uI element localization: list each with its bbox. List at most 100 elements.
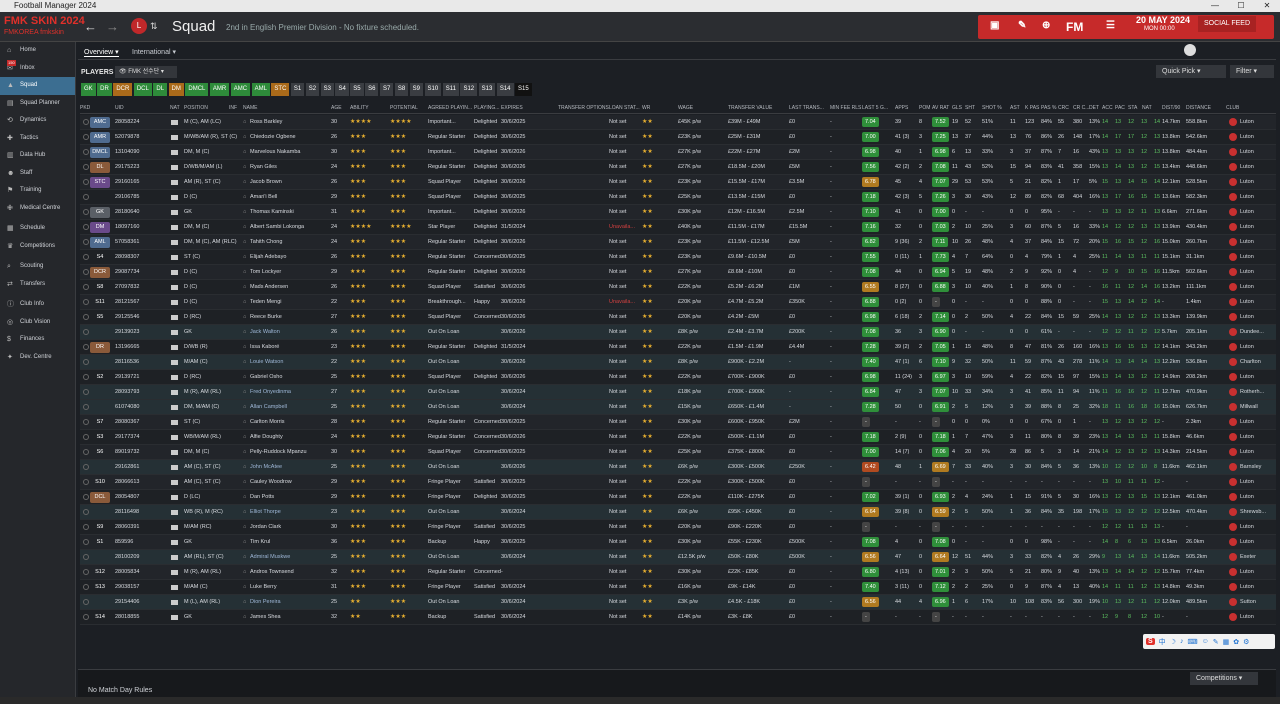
column-header[interactable]: LOAN STAT... (609, 105, 640, 111)
column-header[interactable]: K PAS (1025, 105, 1039, 111)
table-row[interactable]: S1 859596 GK Tim Krul ⌂ 36 ★★★ ★★★ Backup Happy 30… (80, 535, 1276, 550)
table-row[interactable]: 28116498 WB (R), M (RC) Elliot Thorpe ⌂ 23 ★★… (80, 505, 1276, 520)
selection-badge[interactable]: DCL (90, 492, 110, 503)
row-select-checkbox[interactable] (83, 149, 89, 155)
position-tab-gk[interactable]: GK (81, 83, 96, 96)
player-name[interactable]: John McAtee (250, 464, 282, 470)
player-name[interactable]: Luke Berry (250, 584, 277, 590)
player-name[interactable]: Fred Onyedinma (250, 389, 291, 395)
player-name[interactable]: Alfie Doughty (250, 434, 283, 440)
row-select-checkbox[interactable] (83, 134, 89, 140)
table-row[interactable]: S4 28098307 ST (C) Elijah Adebayo ⌂ 26 ★★★ ★★★ R… (80, 250, 1276, 265)
player-name[interactable]: Ryan Giles (250, 164, 277, 170)
position-tab-s14[interactable]: S14 (496, 83, 514, 96)
sidebar-item-transfers[interactable]: ⇄ Transfers (0, 276, 75, 294)
row-select-checkbox[interactable] (83, 524, 89, 530)
ime-tool-icon[interactable]: 中 (1159, 637, 1166, 647)
position-tab-dr[interactable]: DR (97, 83, 112, 96)
column-header[interactable]: CLUB (1226, 105, 1239, 111)
player-club[interactable]: Luton (1240, 134, 1254, 140)
selection-badge[interactable]: AMC (90, 117, 110, 128)
row-select-checkbox[interactable] (83, 374, 89, 380)
column-header[interactable]: LAST TRANS... (789, 105, 824, 111)
ime-tool-icon[interactable]: ⚙ (1243, 638, 1249, 646)
player-club[interactable]: Luton (1240, 569, 1254, 575)
selection-badge[interactable]: S11 (90, 297, 110, 308)
position-tab-s3[interactable]: S3 (320, 83, 334, 96)
table-row[interactable]: S5 29125546 D (RC) Reece Burke ⌂ 27 ★★★ ★★★ Squa… (80, 310, 1276, 325)
player-name[interactable]: Amari'i Bell (250, 194, 277, 200)
selection-badge[interactable] (90, 192, 110, 203)
competitions-button[interactable]: Competitions ▾ (1190, 672, 1258, 685)
ime-tool-icon[interactable]: ⌨ (1187, 638, 1197, 646)
player-club[interactable]: Luton (1240, 239, 1254, 245)
column-header[interactable]: DISTANCE (1186, 105, 1211, 111)
column-header[interactable]: CRC (1058, 105, 1069, 111)
table-row[interactable]: S8 27097832 D (C) Mads Andersen ⌂ 26 ★★★ ★★★ Squ… (80, 280, 1276, 295)
position-tab-s13[interactable]: S13 (478, 83, 496, 96)
club-switch-icon[interactable]: ⇅ (150, 21, 158, 32)
sidebar-item-squad-planner[interactable]: ▤ Squad Planner (0, 95, 75, 113)
selection-badge[interactable]: GK (90, 207, 110, 218)
table-row[interactable]: 28116536 M/AM (C) Louie Watson ⌂ 22 ★★★ ★★★ Out… (80, 355, 1276, 370)
tab-overview[interactable]: Overview ▾ (84, 48, 119, 57)
fm-logo[interactable]: FM (1066, 20, 1083, 34)
selection-badge[interactable]: DL (90, 162, 110, 173)
player-name[interactable]: Carlton Morris (250, 419, 285, 425)
player-club[interactable]: Luton (1240, 164, 1254, 170)
ime-tool-icon[interactable]: ♪ (1180, 638, 1184, 645)
row-select-checkbox[interactable] (83, 389, 89, 395)
row-select-checkbox[interactable] (83, 449, 89, 455)
row-select-checkbox[interactable] (83, 314, 89, 320)
selection-badge[interactable]: DMCL (90, 147, 110, 158)
position-tab-s12[interactable]: S12 (460, 83, 478, 96)
player-name[interactable]: Dion Pereira (250, 599, 281, 605)
player-name[interactable]: Jacob Brown (250, 179, 282, 185)
player-name[interactable]: Elijah Adebayo (250, 254, 286, 260)
table-row[interactable]: 28093793 M (R), AM (RL) Fred Onyedinma ⌂ 27 ★… (80, 385, 1276, 400)
table-row[interactable]: STC 29160165 AM (R), ST (C) Jacob Brown ⌂ 26 ★… (80, 175, 1276, 190)
player-name[interactable]: Elliot Thorpe (250, 509, 281, 515)
sidebar-item-dynamics[interactable]: ⟲ Dynamics (0, 112, 75, 130)
back-arrow-icon[interactable]: ← (84, 19, 97, 34)
player-name[interactable]: Admiral Muskwe (250, 554, 290, 560)
column-header[interactable]: TRANSFER OPTIONS (558, 105, 609, 111)
row-select-checkbox[interactable] (83, 179, 89, 185)
position-tab-dl[interactable]: DL (153, 83, 168, 96)
player-club[interactable]: Millwall (1240, 404, 1258, 410)
selection-badge[interactable] (90, 357, 110, 368)
table-row[interactable]: S11 28121567 D (C) Teden Mengi ⌂ 22 ★★★ ★★★ Brea… (80, 295, 1276, 310)
ime-tool-icon[interactable]: ☽ (1170, 638, 1176, 646)
ime-tool-icon[interactable]: ☺ (1202, 638, 1209, 645)
player-name[interactable]: Cauley Woodrow (250, 479, 292, 485)
column-header[interactable]: NAME (243, 105, 257, 111)
column-header[interactable]: LAST 5 G... (862, 105, 888, 111)
sidebar-item-finances[interactable]: $ Finances (0, 331, 75, 349)
selection-badge[interactable]: S13 (90, 582, 110, 593)
player-club[interactable]: Rotherh... (1240, 389, 1264, 395)
row-select-checkbox[interactable] (83, 209, 89, 215)
column-header[interactable]: TRANSFER VALUE (728, 105, 772, 111)
row-select-checkbox[interactable] (83, 329, 89, 335)
row-select-checkbox[interactable] (83, 344, 89, 350)
selection-badge[interactable]: S9 (90, 522, 110, 533)
manager-avatar[interactable] (1184, 44, 1196, 56)
column-header[interactable]: AST (1010, 105, 1020, 111)
selection-badge[interactable] (90, 462, 110, 473)
table-row[interactable]: AMC 28058224 M (C), AM (LC) Ross Barkley ⌂ 30… (80, 115, 1276, 130)
column-header[interactable]: POM (919, 105, 930, 111)
position-tab-dmcl[interactable]: DMCL (185, 83, 209, 96)
row-select-checkbox[interactable] (83, 434, 89, 440)
selection-badge[interactable]: DR (90, 342, 110, 353)
player-club[interactable]: Luton (1240, 224, 1254, 230)
maximize-button[interactable]: ☐ (1228, 0, 1254, 12)
selection-badge[interactable]: S12 (90, 567, 110, 578)
player-club[interactable]: Sutton (1240, 599, 1256, 605)
player-name[interactable]: Issa Kaboré (250, 344, 279, 350)
selection-badge[interactable] (90, 507, 110, 518)
table-row[interactable]: DCL 28054807 D (LC) Dan Potts ⌂ 29 ★★★ ★★★ Fring… (80, 490, 1276, 505)
row-select-checkbox[interactable] (83, 224, 89, 230)
row-select-checkbox[interactable] (83, 254, 89, 260)
table-row[interactable]: DL 29175223 D/WB/M/AM (L) Ryan Giles ⌂ 24 ★★★ ★… (80, 160, 1276, 175)
tab-international[interactable]: International ▾ (132, 48, 176, 56)
